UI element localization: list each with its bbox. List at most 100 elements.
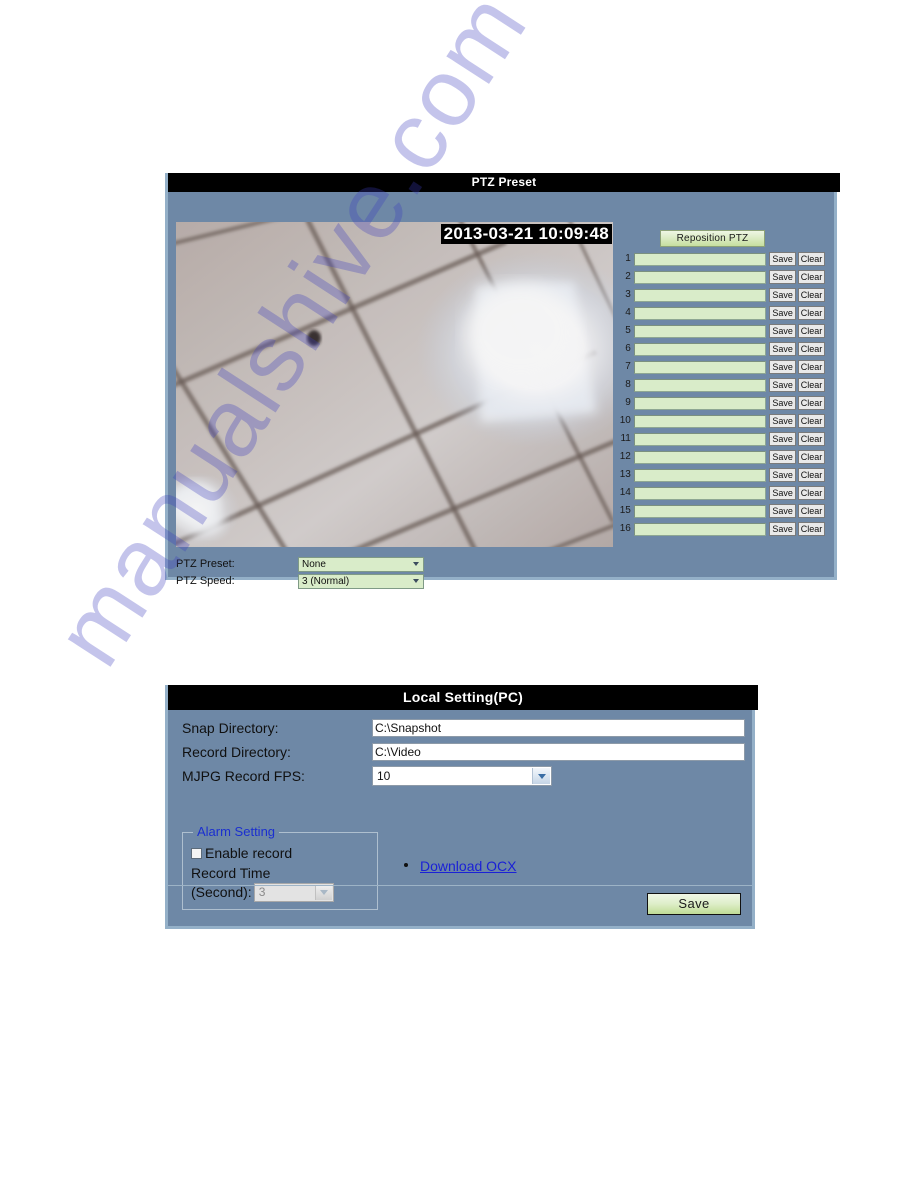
chevron-down-icon bbox=[411, 575, 421, 588]
ptz-preset-selected-value: None bbox=[302, 558, 326, 570]
mjpg-record-fps-row: MJPG Record FPS: 10 bbox=[182, 764, 752, 788]
preset-save-button[interactable]: Save bbox=[769, 414, 796, 428]
preset-save-button[interactable]: Save bbox=[769, 342, 796, 356]
preset-name-input[interactable] bbox=[633, 450, 767, 464]
preset-row: 6 Save Clear bbox=[617, 340, 827, 358]
preset-save-button[interactable]: Save bbox=[769, 468, 796, 482]
preset-save-button[interactable]: Save bbox=[769, 432, 796, 446]
video-timestamp-overlay: 2013-03-21 10:09:48 bbox=[440, 224, 612, 244]
preset-clear-button[interactable]: Clear bbox=[797, 324, 825, 338]
ptz-panel-title: PTZ Preset bbox=[168, 173, 840, 192]
preset-clear-button[interactable]: Clear bbox=[797, 432, 825, 446]
ptz-speed-label: PTZ Speed: bbox=[176, 575, 235, 587]
record-directory-input[interactable]: C:\Video bbox=[372, 743, 745, 761]
preset-index-label: 15 bbox=[619, 505, 631, 516]
camera-feed-image bbox=[176, 222, 613, 547]
preset-name-input[interactable] bbox=[633, 288, 767, 302]
save-button[interactable]: Save bbox=[647, 893, 741, 915]
preset-index-label: 16 bbox=[619, 523, 631, 534]
preset-clear-button[interactable]: Clear bbox=[797, 378, 825, 392]
preset-save-button[interactable]: Save bbox=[769, 504, 796, 518]
download-ocx-link[interactable]: Download OCX bbox=[420, 857, 517, 875]
preset-rows: 1 Save Clear 2 Save Clear 3 Save Clear 4 Save Clear… bbox=[617, 250, 827, 538]
mjpg-record-fps-value: 10 bbox=[377, 769, 391, 783]
preset-row: 3 Save Clear bbox=[617, 286, 827, 304]
preset-clear-button[interactable]: Clear bbox=[797, 450, 825, 464]
preset-row: 7 Save Clear bbox=[617, 358, 827, 376]
preset-index-label: 4 bbox=[625, 307, 631, 318]
record-directory-label: Record Directory: bbox=[182, 744, 291, 760]
reposition-ptz-button[interactable]: Reposition PTZ bbox=[660, 230, 765, 247]
preset-clear-button[interactable]: Clear bbox=[797, 504, 825, 518]
preset-clear-button[interactable]: Clear bbox=[797, 288, 825, 302]
preset-index-label: 1 bbox=[625, 253, 631, 264]
preset-save-button[interactable]: Save bbox=[769, 306, 796, 320]
video-preview[interactable]: 2013-03-21 10:09:48 bbox=[176, 222, 613, 547]
preset-save-button[interactable]: Save bbox=[769, 378, 796, 392]
preset-name-input[interactable] bbox=[633, 486, 767, 500]
enable-record-row: Enable record bbox=[191, 843, 373, 863]
preset-save-button[interactable]: Save bbox=[769, 450, 796, 464]
ptz-panel-body: 2013-03-21 10:09:48 PTZ Preset: None PTZ… bbox=[168, 192, 834, 589]
preset-row: 1 Save Clear bbox=[617, 250, 827, 268]
preset-name-input[interactable] bbox=[633, 432, 767, 446]
mjpg-record-fps-select[interactable]: 10 bbox=[372, 766, 552, 786]
preset-clear-button[interactable]: Clear bbox=[797, 396, 825, 410]
preset-save-button[interactable]: Save bbox=[769, 360, 796, 374]
preset-name-input[interactable] bbox=[633, 270, 767, 284]
preset-index-label: 12 bbox=[619, 451, 631, 462]
preset-save-button[interactable]: Save bbox=[769, 252, 796, 266]
preset-save-button[interactable]: Save bbox=[769, 324, 796, 338]
preset-clear-button[interactable]: Clear bbox=[797, 486, 825, 500]
preset-name-input[interactable] bbox=[633, 324, 767, 338]
ptz-preset-select[interactable]: None bbox=[298, 556, 424, 572]
preset-clear-button[interactable]: Clear bbox=[797, 414, 825, 428]
preset-clear-button[interactable]: Clear bbox=[797, 342, 825, 356]
enable-record-checkbox[interactable] bbox=[191, 847, 202, 859]
chevron-down-icon bbox=[532, 768, 550, 784]
alarm-setting-legend: Alarm Setting bbox=[193, 824, 280, 840]
preset-index-label: 14 bbox=[619, 487, 631, 498]
ptz-preset-row: PTZ Preset: None bbox=[176, 556, 606, 572]
preset-name-input[interactable] bbox=[633, 414, 767, 428]
ptz-preset-label: PTZ Preset: bbox=[176, 558, 235, 570]
preset-name-input[interactable] bbox=[633, 306, 767, 320]
ptz-speed-selected-value: 3 (Normal) bbox=[302, 575, 350, 587]
snap-directory-input[interactable]: C:\Snapshot bbox=[372, 719, 745, 737]
preset-save-button[interactable]: Save bbox=[769, 486, 796, 500]
preset-name-input[interactable] bbox=[633, 378, 767, 392]
preset-row: 13 Save Clear bbox=[617, 466, 827, 484]
preset-row: 2 Save Clear bbox=[617, 268, 827, 286]
preset-name-input[interactable] bbox=[633, 252, 767, 266]
preset-name-input[interactable] bbox=[633, 396, 767, 410]
preset-clear-button[interactable]: Clear bbox=[797, 270, 825, 284]
preset-name-input[interactable] bbox=[633, 360, 767, 374]
preset-index-label: 2 bbox=[625, 271, 631, 282]
preset-save-button[interactable]: Save bbox=[769, 288, 796, 302]
preset-name-input[interactable] bbox=[633, 468, 767, 482]
preset-name-input[interactable] bbox=[633, 342, 767, 356]
preset-row: 11 Save Clear bbox=[617, 430, 827, 448]
local-setting-panel: Local Setting(PC) Snap Directory: C:\Sna… bbox=[165, 685, 758, 929]
preset-save-button[interactable]: Save bbox=[769, 270, 796, 284]
local-panel-footer: Save bbox=[168, 885, 752, 926]
preset-row: 8 Save Clear bbox=[617, 376, 827, 394]
preset-clear-button[interactable]: Clear bbox=[797, 252, 825, 266]
preset-row: 14 Save Clear bbox=[617, 484, 827, 502]
preset-row: 9 Save Clear bbox=[617, 394, 827, 412]
preset-index-label: 6 bbox=[625, 343, 631, 354]
preset-row: 15 Save Clear bbox=[617, 502, 827, 520]
ptz-speed-select[interactable]: 3 (Normal) bbox=[298, 573, 424, 589]
preset-save-button[interactable]: Save bbox=[769, 396, 796, 410]
preset-clear-button[interactable]: Clear bbox=[797, 360, 825, 374]
preset-name-input[interactable] bbox=[633, 522, 767, 536]
preset-clear-button[interactable]: Clear bbox=[797, 468, 825, 482]
preset-index-label: 5 bbox=[625, 325, 631, 336]
record-time-label-line1: Record Time bbox=[191, 865, 271, 881]
preset-save-button[interactable]: Save bbox=[769, 522, 796, 536]
preset-clear-button[interactable]: Clear bbox=[797, 522, 825, 536]
record-directory-row: Record Directory: C:\Video bbox=[182, 740, 752, 764]
preset-name-input[interactable] bbox=[633, 504, 767, 518]
preset-clear-button[interactable]: Clear bbox=[797, 306, 825, 320]
ptz-speed-row: PTZ Speed: 3 (Normal) bbox=[176, 573, 606, 589]
